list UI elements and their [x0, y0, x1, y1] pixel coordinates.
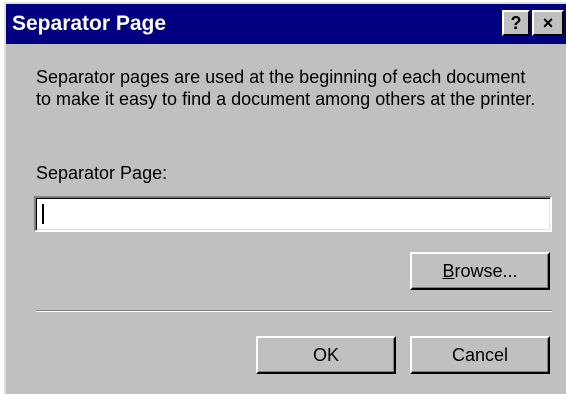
question-mark-icon: ? [510, 13, 522, 33]
window-title: Separator Page [12, 12, 167, 35]
description-text: Separator pages are used at the beginnin… [36, 67, 536, 109]
cancel-button[interactable]: Cancel [410, 336, 550, 374]
help-button[interactable]: ? [502, 10, 530, 36]
close-icon: × [542, 13, 554, 33]
browse-mnemonic: B [442, 261, 455, 281]
browse-label: rowse... [454, 261, 518, 281]
separator-page-label: Separator Page: [36, 163, 168, 183]
title-bar[interactable]: Separator Page ? × [6, 4, 566, 44]
close-button[interactable]: × [532, 10, 564, 36]
browse-button[interactable]: Browse... [410, 252, 550, 290]
separator-page-input[interactable] [34, 196, 552, 232]
horizontal-separator [36, 310, 552, 312]
text-cursor [42, 204, 44, 224]
ok-button[interactable]: OK [256, 336, 396, 374]
separator-page-dialog: Separator Page ? × Separator pages are u… [4, 2, 566, 394]
